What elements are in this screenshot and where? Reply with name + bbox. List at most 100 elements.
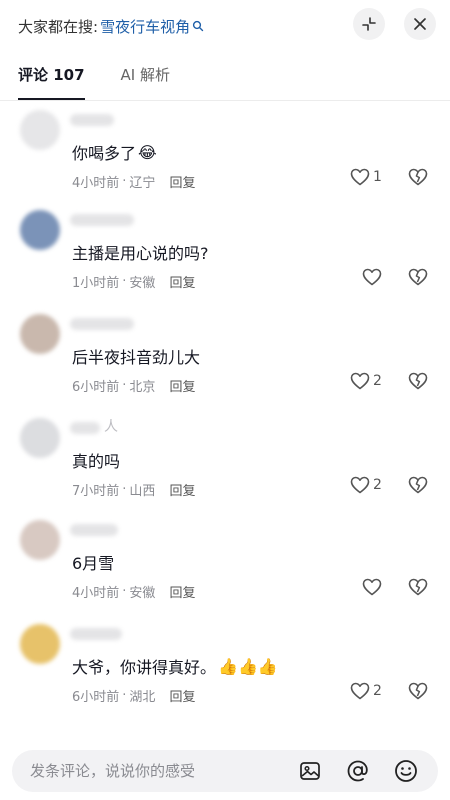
search-icon — [192, 20, 204, 32]
meta-separator: · — [122, 174, 127, 189]
comment-text[interactable]: 真的吗 — [72, 448, 120, 472]
comment-text-content: 后半夜抖音劲儿大 — [72, 348, 201, 367]
username[interactable] — [70, 318, 134, 330]
comment-time: 1小时前 — [72, 276, 120, 291]
dislike-button[interactable] — [408, 682, 428, 704]
comment-time: 7小时前 — [72, 484, 120, 499]
tab-ai-analysis-label: AI 解析 — [120, 66, 171, 84]
search-term-link[interactable]: 雪夜行车视角 — [100, 16, 190, 37]
like-count: 2 — [373, 373, 382, 389]
heart-icon — [350, 372, 370, 390]
comment-text-content: 大爷，你讲得真好。 — [72, 658, 217, 677]
comment-item: 6月雪 4小时前 · 安徽 回复 — [0, 520, 450, 624]
comment-text[interactable]: 6月雪 — [72, 550, 114, 574]
dislike-button[interactable] — [408, 268, 428, 290]
comment-region: 辽宁 — [129, 176, 156, 191]
like-button[interactable] — [362, 268, 402, 286]
like-count: 2 — [373, 477, 382, 493]
dislike-button[interactable] — [408, 578, 428, 600]
like-button[interactable]: 2 — [350, 682, 390, 700]
like-count: 2 — [373, 683, 382, 699]
dislike-button[interactable] — [408, 476, 428, 498]
like-button[interactable]: 2 — [350, 476, 390, 494]
username[interactable] — [70, 524, 118, 536]
broken-heart-icon — [408, 372, 428, 390]
comment-meta: 4小时前 · 辽宁 回复 — [72, 172, 195, 191]
close-icon — [414, 18, 426, 30]
comment-text[interactable]: 你喝多了 😂 — [72, 140, 157, 164]
like-count: 1 — [373, 169, 382, 185]
comment-item: 主播是用心说的吗? 1小时前 · 安徽 回复 — [0, 210, 450, 314]
tab-comments-label: 评论 107 — [18, 66, 85, 84]
reply-button[interactable]: 回复 — [169, 686, 195, 705]
comment-region: 北京 — [129, 380, 156, 395]
tab-ai-analysis[interactable]: AI 解析 — [121, 64, 170, 100]
search-suggestion-bar: 大家都在搜: 雪夜行车视角 — [0, 0, 450, 52]
meta-separator: · — [122, 378, 127, 393]
tab-divider — [0, 100, 450, 101]
username[interactable] — [70, 214, 134, 226]
search-hint[interactable]: 大家都在搜: 雪夜行车视角 — [18, 16, 204, 37]
username[interactable] — [70, 422, 100, 434]
mention-button[interactable] — [346, 759, 370, 783]
avatar[interactable] — [20, 314, 60, 354]
comment-meta: 7小时前 · 山西 回复 — [72, 480, 195, 499]
reply-button[interactable]: 回复 — [169, 172, 195, 191]
close-button[interactable] — [404, 8, 436, 40]
meta-separator: · — [122, 688, 127, 703]
username[interactable] — [70, 628, 122, 640]
comment-meta: 6小时前 · 北京 回复 — [72, 376, 195, 395]
reply-button[interactable]: 回复 — [169, 582, 195, 601]
like-button[interactable]: 1 — [350, 168, 390, 186]
search-prefix: 大家都在搜: — [18, 17, 99, 36]
like-button[interactable] — [362, 578, 402, 596]
reply-button[interactable]: 回复 — [169, 376, 195, 395]
avatar[interactable] — [20, 210, 60, 250]
emoji-button[interactable] — [394, 759, 418, 783]
avatar[interactable] — [20, 418, 60, 458]
smiley-icon — [395, 760, 417, 782]
broken-heart-icon — [408, 168, 428, 186]
dislike-button[interactable] — [408, 372, 428, 394]
comment-meta: 1小时前 · 安徽 回复 — [72, 272, 195, 291]
image-icon — [300, 762, 320, 780]
laugh-cry-emoji: 😂 — [138, 142, 157, 162]
reply-button[interactable]: 回复 — [169, 480, 195, 499]
image-button[interactable] — [298, 759, 322, 783]
comment-meta: 4小时前 · 安徽 回复 — [72, 582, 195, 601]
comment-text[interactable]: 主播是用心说的吗? — [72, 240, 209, 264]
like-button[interactable]: 2 — [350, 372, 390, 390]
dislike-button[interactable] — [408, 168, 428, 190]
broken-heart-icon — [408, 578, 428, 596]
comment-region: 山西 — [129, 484, 156, 499]
comment-time: 4小时前 — [72, 586, 120, 601]
collapse-icon — [362, 17, 376, 31]
at-icon — [347, 760, 368, 782]
comment-meta: 6小时前 · 湖北 回复 — [72, 686, 195, 705]
username[interactable] — [70, 114, 114, 126]
tab-bar: 评论 107 AI 解析 — [0, 64, 450, 100]
comment-region: 湖北 — [129, 690, 156, 705]
avatar[interactable] — [20, 110, 60, 150]
comment-text[interactable]: 大爷，你讲得真好。 👍👍👍 — [72, 654, 278, 678]
heart-icon — [350, 682, 370, 700]
tab-comments[interactable]: 评论 107 — [18, 64, 85, 100]
comment-text-content: 真的吗 — [72, 452, 121, 471]
broken-heart-icon — [408, 682, 428, 700]
heart-icon — [350, 168, 370, 186]
reply-button[interactable]: 回复 — [169, 272, 195, 291]
comment-item: 后半夜抖音劲儿大 6小时前 · 北京 回复 2 — [0, 314, 450, 418]
heart-icon — [350, 476, 370, 494]
comment-text-content: 主播是用心说的吗? — [72, 244, 209, 263]
heart-icon — [362, 268, 382, 286]
comment-input[interactable] — [30, 762, 290, 780]
collapse-button[interactable] — [353, 8, 385, 40]
comment-time: 6小时前 — [72, 690, 120, 705]
comment-text[interactable]: 后半夜抖音劲儿大 — [72, 344, 200, 368]
meta-separator: · — [122, 274, 127, 289]
comment-text-content: 你喝多了 — [72, 144, 137, 163]
comment-input-bar — [12, 750, 438, 792]
avatar[interactable] — [20, 624, 60, 664]
avatar[interactable] — [20, 520, 60, 560]
comment-time: 4小时前 — [72, 176, 120, 191]
